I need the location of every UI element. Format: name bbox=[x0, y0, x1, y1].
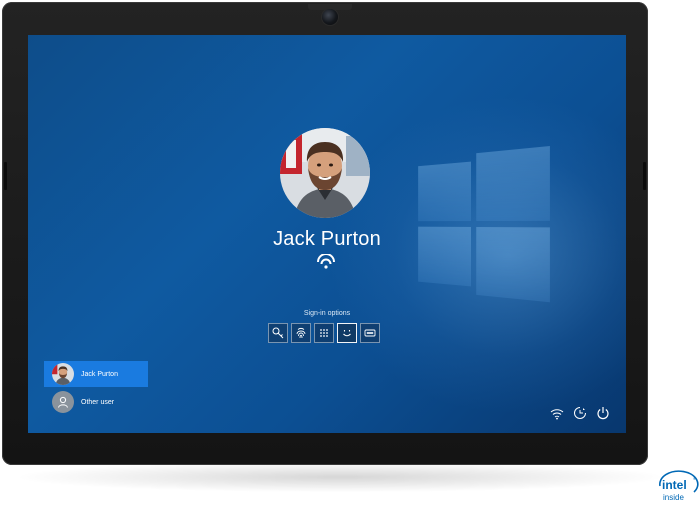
device-shadow bbox=[20, 462, 660, 492]
face-recognition-option[interactable] bbox=[337, 323, 357, 343]
tablet-device: Jack Purton Sign-in options Jack Purton … bbox=[2, 2, 648, 465]
side-button-right bbox=[643, 162, 646, 190]
password-option[interactable] bbox=[360, 323, 380, 343]
security-key-icon bbox=[272, 327, 284, 339]
svg-text:®: ® bbox=[693, 476, 696, 481]
pin-option[interactable] bbox=[314, 323, 334, 343]
user-list-item-other[interactable]: Other user bbox=[44, 389, 148, 415]
user-name: Jack Purton bbox=[273, 228, 381, 250]
svg-text:inside: inside bbox=[663, 493, 684, 502]
signin-options-label: Sign-in options bbox=[303, 310, 351, 317]
power-icon[interactable] bbox=[596, 406, 610, 420]
password-icon bbox=[364, 329, 376, 337]
lock-screen: Jack Purton Sign-in options Jack Purton … bbox=[28, 35, 626, 433]
side-button-left bbox=[4, 162, 7, 190]
security-key-option[interactable] bbox=[268, 323, 288, 343]
svg-text:intel: intel bbox=[662, 478, 687, 492]
signin-options bbox=[268, 323, 380, 345]
user-list-label: Jack Purton bbox=[81, 370, 118, 378]
person-icon bbox=[52, 391, 74, 413]
user-list-item-jack[interactable]: Jack Purton bbox=[44, 361, 148, 387]
windows-wallpaper-logo bbox=[418, 145, 550, 303]
user-avatar-small bbox=[52, 363, 74, 385]
pin-icon bbox=[320, 329, 328, 337]
windows-hello-icon bbox=[317, 254, 335, 269]
intel-inside-logo: intel ® inside bbox=[659, 470, 699, 502]
fingerprint-icon bbox=[296, 327, 306, 339]
user-list-label: Other user bbox=[81, 398, 115, 406]
face-recognition-icon bbox=[343, 330, 351, 337]
user-avatar bbox=[280, 128, 370, 218]
fingerprint-option[interactable] bbox=[291, 323, 311, 343]
front-camera bbox=[322, 9, 338, 25]
network-icon[interactable] bbox=[550, 406, 564, 420]
accessibility-icon[interactable] bbox=[573, 406, 587, 420]
system-tray bbox=[550, 406, 610, 420]
